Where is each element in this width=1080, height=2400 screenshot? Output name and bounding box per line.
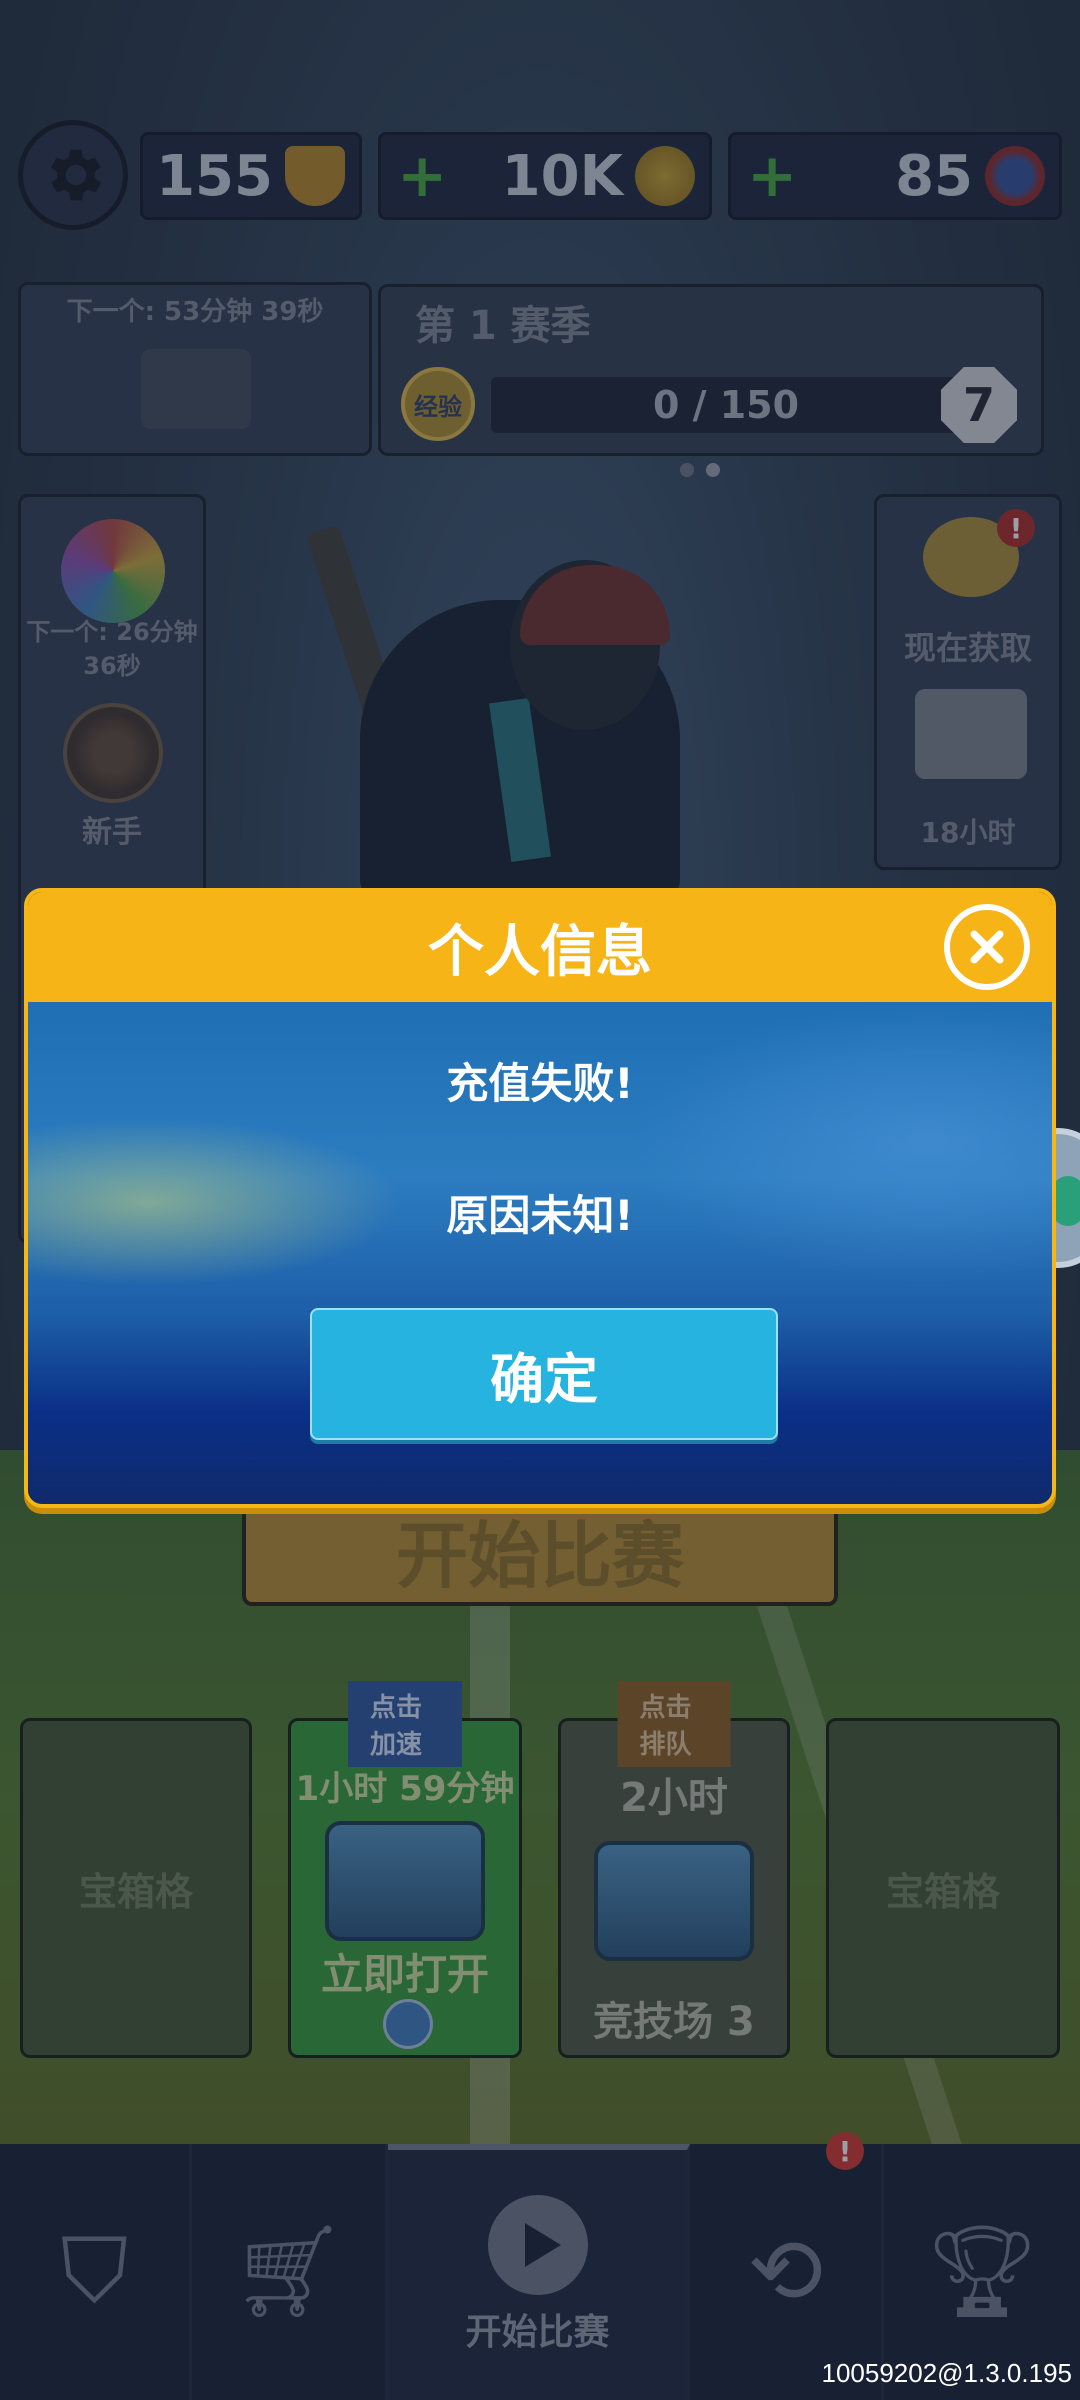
error-reason: 原因未知! bbox=[446, 1191, 634, 1240]
version-text: 10059202@1.3.0.195 bbox=[821, 2358, 1072, 2388]
confirm-label: 确定 bbox=[490, 1347, 598, 1411]
close-button[interactable] bbox=[944, 904, 1030, 990]
confirm-button[interactable]: 确定 bbox=[310, 1308, 778, 1440]
dialog-title: 个人信息 bbox=[428, 919, 652, 985]
dialog-body: 充值失败! 原因未知! 确定 bbox=[28, 1002, 1052, 1504]
close-icon bbox=[970, 930, 1004, 964]
error-message: 充值失败! bbox=[446, 1059, 634, 1108]
profile-dialog: 个人信息 充值失败! 原因未知! 确定 bbox=[24, 888, 1056, 1508]
dialog-header: 个人信息 bbox=[28, 892, 1052, 1002]
